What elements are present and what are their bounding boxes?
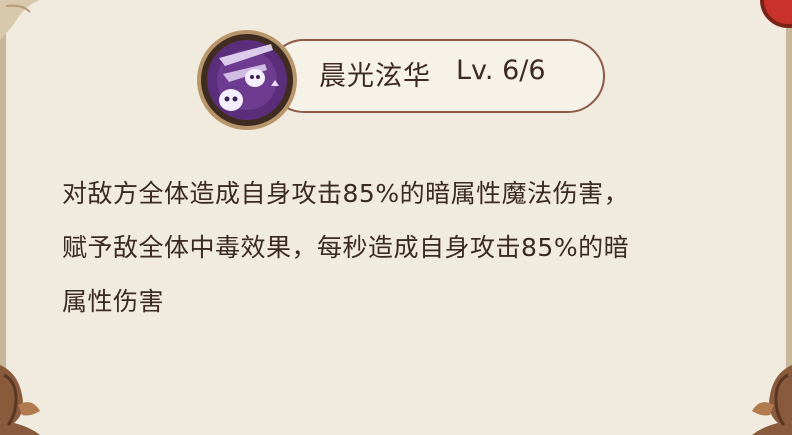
skill-header: 晨光泫华 Lv. 6/6 (197, 30, 607, 130)
skill-name-pill (267, 39, 605, 113)
description-line: 赋予敌全体中毒效果，每秒造成自身攻击85%的暗 (62, 233, 630, 262)
description-line: 属性伤害 (62, 287, 165, 316)
dark-skulls-icon (207, 40, 287, 120)
close-button-fragment-icon[interactable] (748, 0, 792, 28)
skill-description: 对敌方全体造成自身攻击85%的暗属性魔法伤害， 赋予敌全体中毒效果，每秒造成自身… (62, 167, 752, 329)
corner-ornament-bottom-left-icon (0, 365, 40, 435)
skill-tooltip-panel: 晨光泫华 Lv. 6/6 对敌方全体造成自身攻击85%的暗属性魔法伤害， 赋予敌… (0, 0, 792, 435)
corner-ornament-bottom-right-icon (752, 365, 792, 435)
corner-ornament-top-left-icon (0, 0, 40, 40)
skill-level: Lv. 6/6 (456, 55, 546, 86)
description-line: 对敌方全体造成自身攻击85%的暗属性魔法伤害， (62, 179, 630, 208)
skill-icon[interactable] (197, 30, 297, 130)
skill-name: 晨光泫华 (319, 61, 431, 92)
